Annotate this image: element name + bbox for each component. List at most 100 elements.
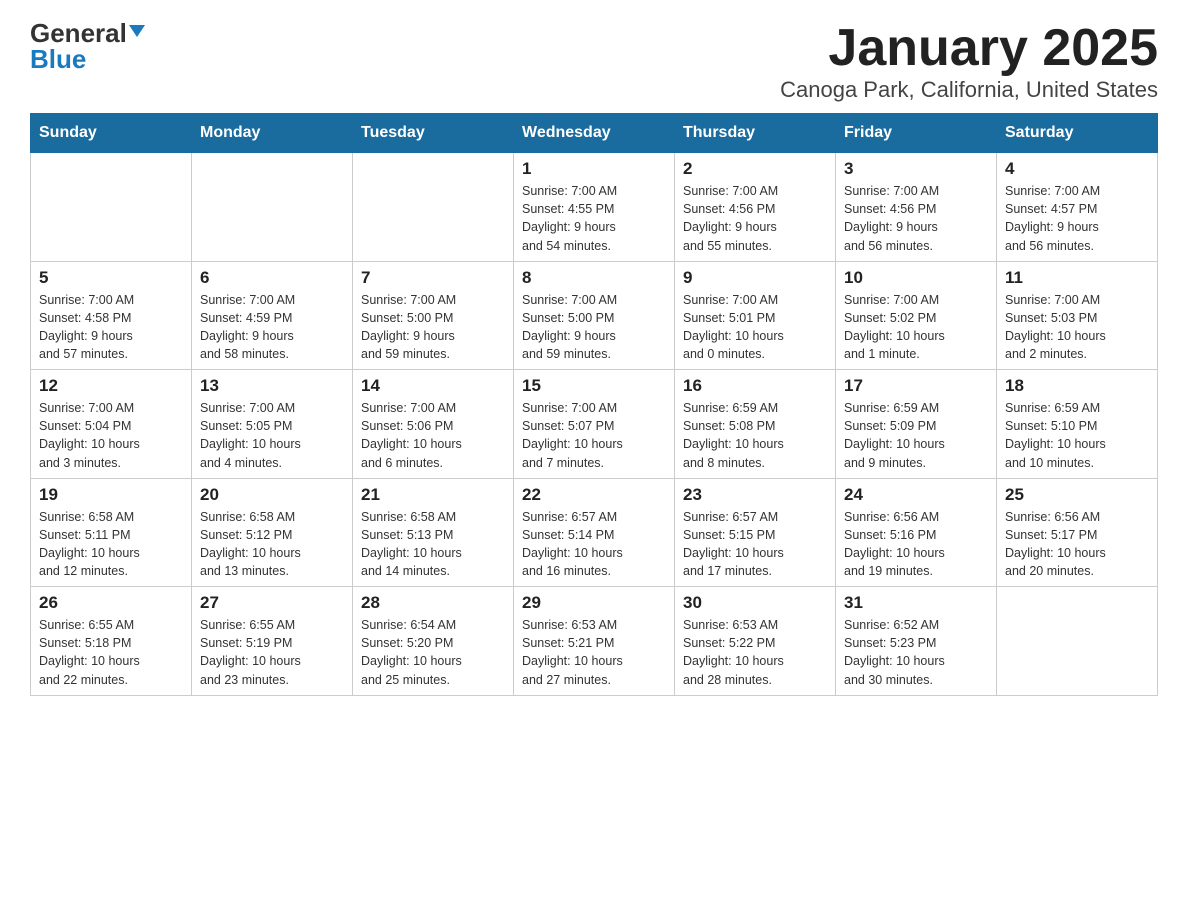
day-number: 21: [361, 485, 505, 505]
day-info: Sunrise: 7:00 AM Sunset: 4:55 PM Dayligh…: [522, 182, 666, 255]
day-info: Sunrise: 7:00 AM Sunset: 4:59 PM Dayligh…: [200, 291, 344, 364]
calendar-cell: 5 Sunrise: 7:00 AM Sunset: 4:58 PM Daylig…: [31, 261, 192, 370]
day-info: Sunrise: 7:00 AM Sunset: 5:02 PM Dayligh…: [844, 291, 988, 364]
logo-general-text: General: [30, 20, 127, 46]
day-info: Sunrise: 6:57 AM Sunset: 5:15 PM Dayligh…: [683, 508, 827, 581]
calendar-cell: 10 Sunrise: 7:00 AM Sunset: 5:02 PM Dayli…: [836, 261, 997, 370]
day-number: 5: [39, 268, 183, 288]
calendar-cell: 9 Sunrise: 7:00 AM Sunset: 5:01 PM Daylig…: [675, 261, 836, 370]
calendar-cell: 27 Sunrise: 6:55 AM Sunset: 5:19 PM Dayli…: [192, 587, 353, 696]
calendar-cell: 30 Sunrise: 6:53 AM Sunset: 5:22 PM Dayli…: [675, 587, 836, 696]
logo-triangle-icon: [129, 25, 145, 37]
calendar-cell: [997, 587, 1158, 696]
calendar-week-1: 1 Sunrise: 7:00 AM Sunset: 4:55 PM Daylig…: [31, 153, 1158, 262]
calendar-week-2: 5 Sunrise: 7:00 AM Sunset: 4:58 PM Daylig…: [31, 261, 1158, 370]
day-info: Sunrise: 6:55 AM Sunset: 5:19 PM Dayligh…: [200, 616, 344, 689]
day-number: 20: [200, 485, 344, 505]
calendar-header: SundayMondayTuesdayWednesdayThursdayFrid…: [31, 114, 1158, 153]
calendar-subtitle: Canoga Park, California, United States: [780, 77, 1158, 103]
page-header: General Blue January 2025 Canoga Park, C…: [30, 20, 1158, 103]
calendar-cell: 13 Sunrise: 7:00 AM Sunset: 5:05 PM Dayli…: [192, 370, 353, 479]
day-number: 1: [522, 159, 666, 179]
calendar-cell: 12Sunrise: 7:00 AM Sunset: 5:04 PM Dayli…: [31, 370, 192, 479]
day-number: 12: [39, 376, 183, 396]
logo: General Blue: [30, 20, 145, 72]
day-info: Sunrise: 6:57 AM Sunset: 5:14 PM Dayligh…: [522, 508, 666, 581]
calendar-table: SundayMondayTuesdayWednesdayThursdayFrid…: [30, 113, 1158, 696]
calendar-cell: [353, 153, 514, 262]
header-day-wednesday: Wednesday: [514, 114, 675, 153]
day-number: 26: [39, 593, 183, 613]
calendar-title: January 2025: [780, 20, 1158, 77]
day-number: 4: [1005, 159, 1149, 179]
day-info: Sunrise: 6:58 AM Sunset: 5:12 PM Dayligh…: [200, 508, 344, 581]
day-info: Sunrise: 7:00 AM Sunset: 4:56 PM Dayligh…: [844, 182, 988, 255]
calendar-cell: 14 Sunrise: 7:00 AM Sunset: 5:06 PM Dayli…: [353, 370, 514, 479]
calendar-cell: 11 Sunrise: 7:00 AM Sunset: 5:03 PM Dayli…: [997, 261, 1158, 370]
day-number: 16: [683, 376, 827, 396]
day-number: 2: [683, 159, 827, 179]
day-number: 9: [683, 268, 827, 288]
calendar-cell: 19Sunrise: 6:58 AM Sunset: 5:11 PM Dayli…: [31, 478, 192, 587]
day-info: Sunrise: 6:52 AM Sunset: 5:23 PM Dayligh…: [844, 616, 988, 689]
day-number: 3: [844, 159, 988, 179]
day-info: Sunrise: 7:00 AM Sunset: 5:07 PM Dayligh…: [522, 399, 666, 472]
header-day-thursday: Thursday: [675, 114, 836, 153]
calendar-cell: 4 Sunrise: 7:00 AM Sunset: 4:57 PM Daylig…: [997, 153, 1158, 262]
calendar-cell: 3 Sunrise: 7:00 AM Sunset: 4:56 PM Daylig…: [836, 153, 997, 262]
day-info: Sunrise: 6:53 AM Sunset: 5:21 PM Dayligh…: [522, 616, 666, 689]
header-row: SundayMondayTuesdayWednesdayThursdayFrid…: [31, 114, 1158, 153]
calendar-cell: 21 Sunrise: 6:58 AM Sunset: 5:13 PM Dayli…: [353, 478, 514, 587]
day-info: Sunrise: 7:00 AM Sunset: 5:01 PM Dayligh…: [683, 291, 827, 364]
day-info: Sunrise: 6:58 AM Sunset: 5:13 PM Dayligh…: [361, 508, 505, 581]
day-number: 23: [683, 485, 827, 505]
day-info: Sunrise: 7:00 AM Sunset: 5:05 PM Dayligh…: [200, 399, 344, 472]
day-info: Sunrise: 7:00 AM Sunset: 4:57 PM Dayligh…: [1005, 182, 1149, 255]
calendar-cell: 8 Sunrise: 7:00 AM Sunset: 5:00 PM Daylig…: [514, 261, 675, 370]
header-day-monday: Monday: [192, 114, 353, 153]
header-day-saturday: Saturday: [997, 114, 1158, 153]
day-number: 6: [200, 268, 344, 288]
day-number: 30: [683, 593, 827, 613]
day-info: Sunrise: 7:00 AM Sunset: 4:56 PM Dayligh…: [683, 182, 827, 255]
day-number: 22: [522, 485, 666, 505]
day-info: Sunrise: 6:58 AM Sunset: 5:11 PM Dayligh…: [39, 508, 183, 581]
day-info: Sunrise: 6:53 AM Sunset: 5:22 PM Dayligh…: [683, 616, 827, 689]
calendar-cell: 15 Sunrise: 7:00 AM Sunset: 5:07 PM Dayli…: [514, 370, 675, 479]
calendar-body: 1 Sunrise: 7:00 AM Sunset: 4:55 PM Daylig…: [31, 153, 1158, 696]
header-day-tuesday: Tuesday: [353, 114, 514, 153]
day-number: 14: [361, 376, 505, 396]
calendar-cell: [192, 153, 353, 262]
calendar-cell: 23 Sunrise: 6:57 AM Sunset: 5:15 PM Dayli…: [675, 478, 836, 587]
logo-blue-text: Blue: [30, 46, 86, 72]
calendar-cell: 22 Sunrise: 6:57 AM Sunset: 5:14 PM Dayli…: [514, 478, 675, 587]
day-number: 11: [1005, 268, 1149, 288]
day-info: Sunrise: 6:59 AM Sunset: 5:09 PM Dayligh…: [844, 399, 988, 472]
day-number: 17: [844, 376, 988, 396]
calendar-cell: 29Sunrise: 6:53 AM Sunset: 5:21 PM Dayli…: [514, 587, 675, 696]
day-info: Sunrise: 7:00 AM Sunset: 5:03 PM Dayligh…: [1005, 291, 1149, 364]
header-day-friday: Friday: [836, 114, 997, 153]
day-number: 28: [361, 593, 505, 613]
day-info: Sunrise: 7:00 AM Sunset: 4:58 PM Dayligh…: [39, 291, 183, 364]
day-number: 24: [844, 485, 988, 505]
day-number: 10: [844, 268, 988, 288]
day-number: 7: [361, 268, 505, 288]
day-number: 13: [200, 376, 344, 396]
day-number: 27: [200, 593, 344, 613]
header-day-sunday: Sunday: [31, 114, 192, 153]
day-info: Sunrise: 6:59 AM Sunset: 5:08 PM Dayligh…: [683, 399, 827, 472]
day-number: 15: [522, 376, 666, 396]
calendar-cell: 26Sunrise: 6:55 AM Sunset: 5:18 PM Dayli…: [31, 587, 192, 696]
day-info: Sunrise: 7:00 AM Sunset: 5:00 PM Dayligh…: [522, 291, 666, 364]
calendar-cell: 18Sunrise: 6:59 AM Sunset: 5:10 PM Dayli…: [997, 370, 1158, 479]
calendar-cell: 31Sunrise: 6:52 AM Sunset: 5:23 PM Dayli…: [836, 587, 997, 696]
title-section: January 2025 Canoga Park, California, Un…: [780, 20, 1158, 103]
day-number: 8: [522, 268, 666, 288]
calendar-week-4: 19Sunrise: 6:58 AM Sunset: 5:11 PM Dayli…: [31, 478, 1158, 587]
day-info: Sunrise: 6:56 AM Sunset: 5:16 PM Dayligh…: [844, 508, 988, 581]
day-info: Sunrise: 6:54 AM Sunset: 5:20 PM Dayligh…: [361, 616, 505, 689]
calendar-cell: 7Sunrise: 7:00 AM Sunset: 5:00 PM Daylig…: [353, 261, 514, 370]
day-info: Sunrise: 7:00 AM Sunset: 5:06 PM Dayligh…: [361, 399, 505, 472]
calendar-cell: 17 Sunrise: 6:59 AM Sunset: 5:09 PM Dayli…: [836, 370, 997, 479]
